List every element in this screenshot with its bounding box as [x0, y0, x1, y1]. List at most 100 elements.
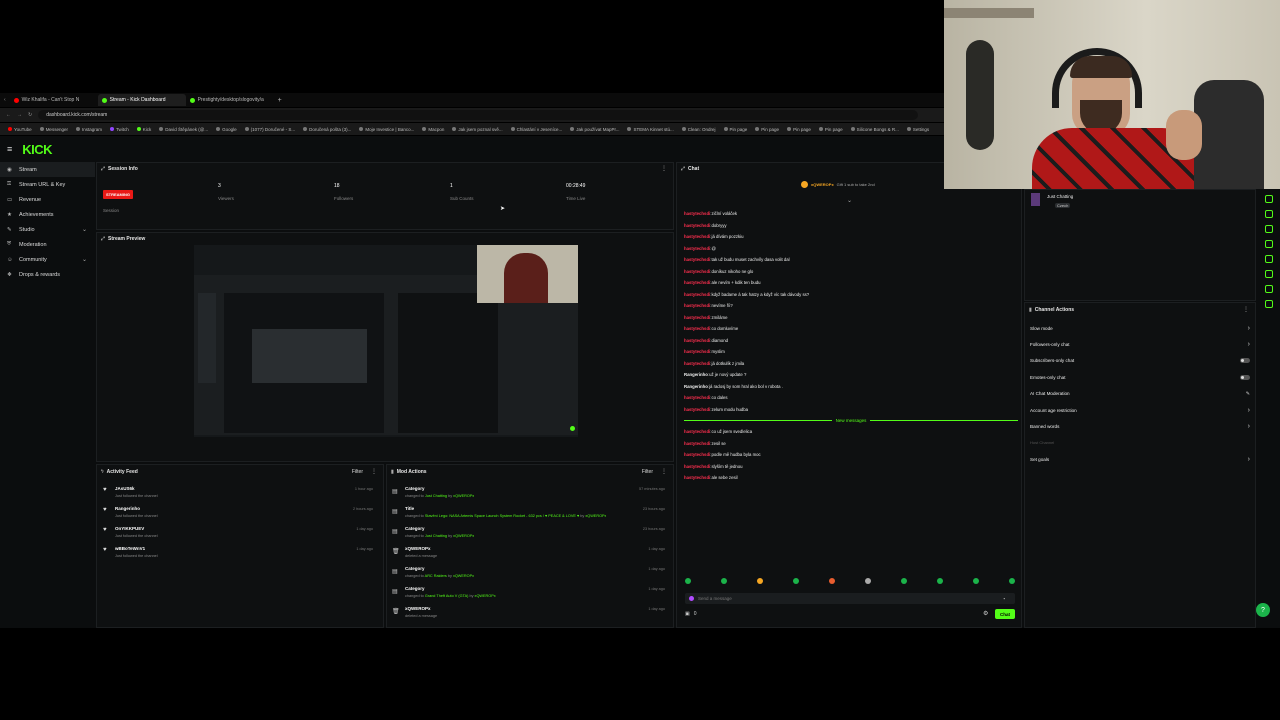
bookmark-item[interactable]: Messenger: [39, 127, 68, 132]
bookmark-item[interactable]: Macpon: [422, 127, 444, 132]
lightning-icon[interactable]: [1265, 210, 1273, 218]
bookmark-item[interactable]: Settings: [906, 127, 929, 132]
expand-icon[interactable]: ⤢: [681, 166, 685, 172]
back-arrow-icon[interactable]: ←: [6, 112, 11, 118]
browser-tab-youtube[interactable]: Wiz Khalifa - Can't Stop N: [10, 94, 98, 106]
chat-username[interactable]: hastytechsdi: [684, 223, 710, 228]
sidebar-item-community[interactable]: ☺ Community ⌄: [0, 252, 95, 267]
bookmark-item[interactable]: STEMA Kinnet stú...: [627, 127, 674, 132]
channel-action-subscribers-only-chat[interactable]: Subscribers-only chat: [1025, 353, 1255, 369]
emote-icon[interactable]: [721, 578, 727, 584]
bookmark-item[interactable]: Pin page: [818, 127, 843, 132]
more-options-icon[interactable]: ⋮: [1243, 306, 1249, 313]
sidebar-item-achievements[interactable]: ★ Achievements: [0, 207, 95, 222]
bookmark-item[interactable]: Kick: [136, 127, 151, 132]
emote-icon[interactable]: [937, 578, 943, 584]
emote-icon[interactable]: [973, 578, 979, 584]
chat-username[interactable]: hastytechsdi: [684, 303, 710, 308]
bookmark-item[interactable]: Pin page: [755, 127, 779, 132]
chat-bubble-icon[interactable]: [1265, 240, 1273, 248]
channel-action-set-goals[interactable]: Set goals ›: [1025, 451, 1255, 467]
sidebar-item-moderation[interactable]: ⛨ Moderation: [0, 237, 95, 252]
sidebar-item-stream[interactable]: ◉ Stream: [0, 162, 95, 177]
chat-username[interactable]: hastytechsdi: [684, 315, 710, 320]
expand-icon[interactable]: ⤢: [101, 166, 105, 172]
bookmark-item[interactable]: Pin page: [723, 127, 747, 132]
activity-username[interactable]: wBBoTeWnV1: [115, 546, 145, 551]
new-tab-button[interactable]: +: [278, 97, 282, 104]
bookmark-item[interactable]: Silicone Bongs & R...: [850, 127, 899, 132]
chat-input[interactable]: Send a message ▪: [685, 593, 1015, 604]
bookmark-item[interactable]: Twitch: [109, 127, 129, 132]
stream-preview-video[interactable]: [194, 245, 578, 437]
sidebar-item-stream-url-key[interactable]: ⚿ Stream URL & Key: [0, 177, 95, 192]
sidebar-item-revenue[interactable]: ▭ Revenue: [0, 192, 95, 207]
bookmark-item[interactable]: Instagram: [75, 127, 102, 132]
browser-back-icon[interactable]: ‹: [4, 97, 6, 103]
emote-icon[interactable]: [1009, 578, 1015, 584]
reload-icon[interactable]: ↻: [28, 112, 32, 118]
toggle-switch[interactable]: [1240, 358, 1250, 364]
activity-username[interactable]: JAsUS6k: [115, 486, 135, 491]
close-icon[interactable]: [1265, 195, 1273, 203]
bookmark-item[interactable]: Chlastání v Jeseníce...: [510, 127, 562, 132]
mod-action-user[interactable]: xQWEROPx: [475, 594, 496, 598]
mod-action-user[interactable]: xQWEROPx: [453, 534, 474, 538]
settings-gear-icon[interactable]: ⚙: [983, 610, 988, 617]
activity-username[interactable]: OnYIKKPUEV: [115, 526, 144, 531]
link-icon[interactable]: [1265, 255, 1273, 263]
pin-icon[interactable]: [1265, 285, 1273, 293]
sidebar-item-drops-rewards[interactable]: ❖ Drops & rewards: [0, 267, 95, 282]
emote-icon[interactable]: [865, 578, 871, 584]
chat-username[interactable]: hastytechsdi: [684, 349, 710, 354]
chat-username[interactable]: hastytechsdi: [684, 452, 710, 457]
emote-picker-icon[interactable]: [689, 596, 694, 601]
mod-action-user[interactable]: xQWEROPx: [453, 574, 474, 578]
channel-action-followers-only-chat[interactable]: Followers-only chat ›: [1025, 336, 1255, 352]
more-options-icon[interactable]: ⋮: [661, 468, 667, 475]
channel-action-banned-words[interactable]: Banned words ›: [1025, 418, 1255, 434]
chat-username[interactable]: hastytechsdi: [684, 292, 710, 297]
sidebar-item-studio[interactable]: ✎ Studio ⌄: [0, 222, 95, 237]
forward-arrow-icon[interactable]: →: [17, 112, 22, 118]
bookmark-item[interactable]: Pin page: [787, 127, 811, 132]
browser-tab-prestighty[interactable]: Prestighty/desktop/slogovity/a: [186, 94, 274, 106]
mod-action-user[interactable]: xQWEROPx: [453, 494, 474, 498]
calendar-icon[interactable]: [1265, 225, 1273, 233]
chat-username[interactable]: Rangerinho: [684, 372, 708, 377]
chat-username[interactable]: hastytechsdi: [684, 257, 710, 262]
chat-username[interactable]: hastytechsdi: [684, 211, 710, 216]
layers-icon[interactable]: [1265, 270, 1273, 278]
channel-action-account-age-restriction[interactable]: Account age restriction ›: [1025, 402, 1255, 418]
chat-username[interactable]: hastytechsdi: [684, 246, 710, 251]
heart-icon[interactable]: [1265, 300, 1273, 308]
chat-username[interactable]: hastytechsdi: [684, 429, 710, 434]
more-options-icon[interactable]: ⋮: [661, 165, 667, 172]
channel-action-emotes-only-chat[interactable]: Emotes-only chat: [1025, 369, 1255, 385]
activity-username[interactable]: Rangerinho: [115, 506, 140, 511]
toggle-switch[interactable]: [1240, 374, 1250, 380]
send-chat-button[interactable]: Chat: [995, 609, 1015, 619]
bookmark-item[interactable]: (1077) Doručené - S...: [244, 127, 295, 132]
chat-username[interactable]: hastytechsdi: [684, 475, 710, 480]
chat-username[interactable]: hastytechsdi: [684, 361, 710, 366]
bookmark-item[interactable]: David Štěpánek (@...: [159, 127, 208, 132]
filter-button[interactable]: Filter: [642, 469, 653, 475]
emote-icon[interactable]: [685, 578, 691, 584]
filter-button[interactable]: Filter: [352, 469, 363, 475]
url-input[interactable]: dashboard.kick.com/stream: [38, 110, 919, 120]
bookmark-item[interactable]: Clean: Ondrej: [681, 127, 716, 132]
emote-icon[interactable]: [829, 578, 835, 584]
chat-username[interactable]: hastytechsdi: [684, 269, 710, 274]
chat-username[interactable]: hastytechsdi: [684, 441, 710, 446]
chat-username[interactable]: hastytechsdi: [684, 280, 710, 285]
help-button[interactable]: ?: [1256, 603, 1270, 617]
expand-icon[interactable]: ⤢: [101, 236, 105, 242]
bookmark-item[interactable]: Jak jsem poznal svě...: [452, 127, 503, 132]
edit-icon[interactable]: ✎: [1246, 391, 1250, 397]
chat-username[interactable]: Rangerinho: [684, 384, 708, 389]
bookmark-item[interactable]: Moje Investice | Banco...: [359, 127, 414, 132]
emote-icon[interactable]: [793, 578, 799, 584]
kick-logo[interactable]: KICK: [22, 142, 52, 157]
chat-username[interactable]: hastytechsdi: [684, 338, 710, 343]
